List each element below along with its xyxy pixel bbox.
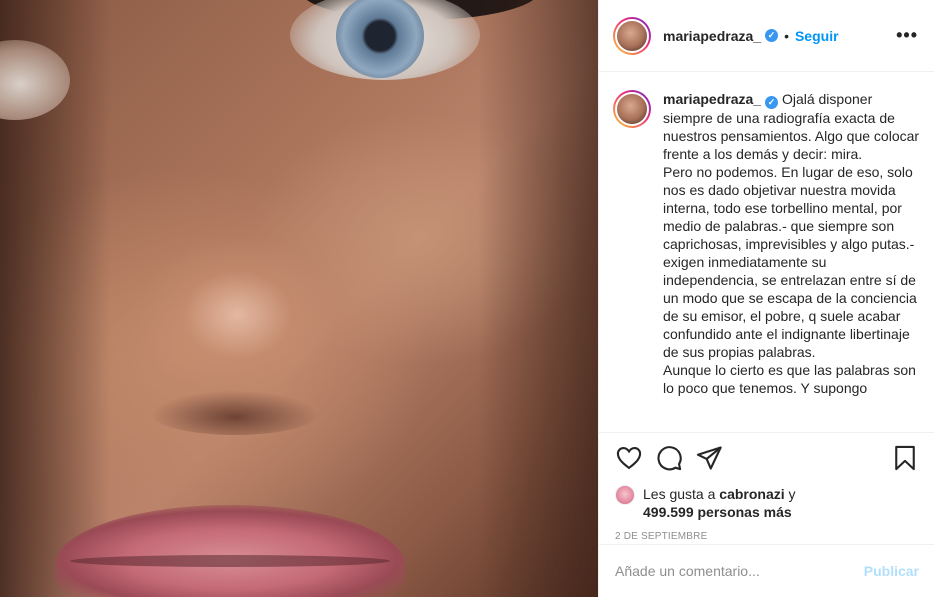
post-actions: Les gusta a cabronazi y 499.599 personas… xyxy=(599,432,934,544)
avatar-image xyxy=(615,92,649,126)
liker-avatar[interactable] xyxy=(615,485,635,505)
comment-box: Publicar xyxy=(599,544,934,597)
comment-input[interactable] xyxy=(615,563,864,579)
separator-dot: • xyxy=(784,27,789,44)
verified-badge-icon: ✓ xyxy=(765,95,779,109)
publish-button[interactable]: Publicar xyxy=(864,563,919,579)
comment-icon[interactable] xyxy=(655,444,683,472)
caption-username[interactable]: mariapedraza_ xyxy=(663,91,761,107)
likes-prefix: Les gusta a xyxy=(643,486,720,502)
caption-text: mariapedraza_ ✓ Ojalá disponer siempre de… xyxy=(663,90,921,430)
follow-button[interactable]: Seguir xyxy=(795,28,839,44)
photo-lip-line xyxy=(70,555,390,567)
heart-icon[interactable] xyxy=(615,444,643,472)
paper-plane-icon[interactable] xyxy=(695,444,723,472)
post-sidebar: mariapedraza_ ✓ • Seguir ••• mariapedraz… xyxy=(598,0,934,597)
liker-username[interactable]: cabronazi xyxy=(719,486,784,502)
likes-conj: y xyxy=(784,486,796,502)
caption-body: Ojalá disponer siempre de una radiografí… xyxy=(663,91,920,396)
verified-badge-icon: ✓ xyxy=(765,29,779,42)
post-date[interactable]: 2 DE SEPTIEMBRE xyxy=(615,531,919,542)
more-options-icon[interactable]: ••• xyxy=(896,25,918,46)
photo-nostril xyxy=(150,390,320,435)
caption-area: mariapedraza_ ✓ Ojalá disponer siempre de… xyxy=(599,72,934,430)
avatar-image xyxy=(615,18,649,53)
photo-shading-right xyxy=(478,0,598,597)
author-username[interactable]: mariapedraza_ xyxy=(663,28,761,44)
likes-text: Les gusta a cabronazi y 499.599 personas… xyxy=(643,485,796,521)
caption-author-avatar[interactable] xyxy=(613,90,651,128)
likes-count[interactable]: 499.599 personas más xyxy=(643,504,792,520)
action-icons-row xyxy=(615,443,919,473)
author-avatar[interactable] xyxy=(613,16,651,55)
post-photo[interactable] xyxy=(0,0,598,597)
post-header: mariapedraza_ ✓ • Seguir ••• xyxy=(599,0,934,72)
bookmark-icon[interactable] xyxy=(891,444,919,472)
likes-summary: Les gusta a cabronazi y 499.599 personas… xyxy=(615,485,919,521)
